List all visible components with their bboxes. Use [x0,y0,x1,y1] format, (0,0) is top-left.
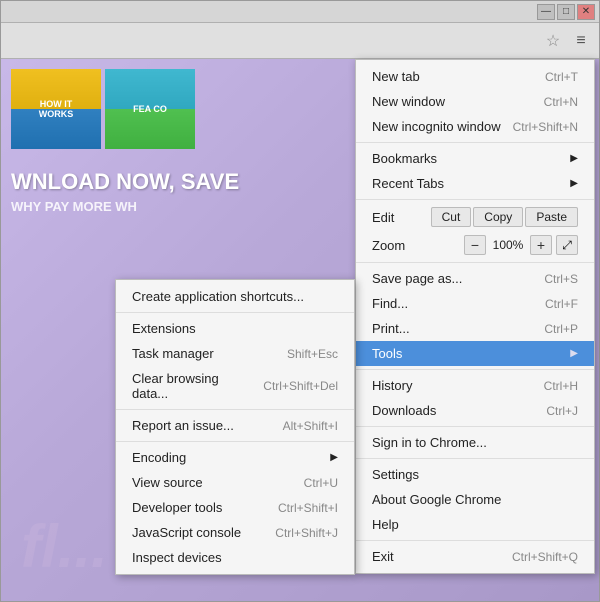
tools-sep-3 [116,409,354,410]
edit-row: Edit Cut Copy Paste [356,203,594,231]
menu-item-settings[interactable]: Settings [356,462,594,487]
menu-item-save-page[interactable]: Save page as... Ctrl+S [356,266,594,291]
tools-submenu-item-7[interactable]: Developer toolsCtrl+Shift+I [116,495,354,520]
maximize-button[interactable]: □ [557,4,575,20]
tools-submenu: Create application shortcuts... Extension… [115,279,355,575]
tools-submenu-item-2[interactable]: Task managerShift+Esc [116,341,354,366]
menu-item-tools[interactable]: Tools ▶ [356,341,594,366]
cut-button[interactable]: Cut [431,207,472,227]
chrome-menu: New tab Ctrl+T New window Ctrl+N New inc… [355,59,595,574]
tools-submenu-item-5[interactable]: Encoding▶ [116,445,354,470]
tools-submenu-item-3[interactable]: Clear browsing data...Ctrl+Shift+Del [116,366,354,406]
separator-2 [356,199,594,200]
zoom-label: Zoom [372,238,464,253]
edit-label: Edit [372,210,431,225]
browser-toolbar: ☆ ≡ [1,23,599,59]
menu-item-print[interactable]: Print... Ctrl+P [356,316,594,341]
zoom-fullscreen-button[interactable]: ⤢ [556,235,578,255]
banner-card-2: FEA CO [105,69,195,149]
menu-item-find[interactable]: Find... Ctrl+F [356,291,594,316]
copy-button[interactable]: Copy [473,207,523,227]
separator-6 [356,458,594,459]
menu-item-new-window[interactable]: New window Ctrl+N [356,89,594,114]
menu-item-exit[interactable]: Exit Ctrl+Shift+Q [356,544,594,569]
browser-window: — □ ✕ ☆ ≡ HOW IT WORKS FEA CO WNLOAD NOW… [0,0,600,602]
menu-item-sign-in[interactable]: Sign in to Chrome... [356,430,594,455]
bookmark-star-icon[interactable]: ☆ [541,29,565,53]
menu-item-about[interactable]: About Google Chrome [356,487,594,512]
zoom-controls: − 100% + ⤢ [464,235,578,255]
menu-item-bookmarks[interactable]: Bookmarks ▶ [356,146,594,171]
separator-1 [356,142,594,143]
menu-item-downloads[interactable]: Downloads Ctrl+J [356,398,594,423]
menu-item-new-tab[interactable]: New tab Ctrl+T [356,64,594,89]
minimize-button[interactable]: — [537,4,555,20]
zoom-plus-button[interactable]: + [530,235,552,255]
edit-buttons: Cut Copy Paste [431,207,578,227]
separator-7 [356,540,594,541]
tools-sep-0 [116,312,354,313]
tools-submenu-item-9[interactable]: Inspect devices [116,545,354,570]
zoom-row: Zoom − 100% + ⤢ [356,231,594,259]
menu-item-incognito[interactable]: New incognito window Ctrl+Shift+N [356,114,594,139]
zoom-value: 100% [490,238,526,252]
close-button[interactable]: ✕ [577,4,595,20]
paste-button[interactable]: Paste [525,207,578,227]
menu-item-recent-tabs[interactable]: Recent Tabs ▶ [356,171,594,196]
tools-submenu-item-0[interactable]: Create application shortcuts... [116,284,354,309]
separator-3 [356,262,594,263]
banner-card-1: HOW IT WORKS [11,69,101,149]
separator-4 [356,369,594,370]
tools-sep-4 [116,441,354,442]
chrome-menu-icon[interactable]: ≡ [569,29,593,53]
menu-item-history[interactable]: History Ctrl+H [356,373,594,398]
separator-5 [356,426,594,427]
tools-submenu-item-8[interactable]: JavaScript consoleCtrl+Shift+J [116,520,354,545]
tools-submenu-item-1[interactable]: Extensions [116,316,354,341]
zoom-minus-button[interactable]: − [464,235,486,255]
watermark: fl... [21,512,108,581]
menu-item-help[interactable]: Help [356,512,594,537]
tools-submenu-item-6[interactable]: View sourceCtrl+U [116,470,354,495]
tools-submenu-item-4[interactable]: Report an issue...Alt+Shift+I [116,413,354,438]
title-bar: — □ ✕ [1,1,599,23]
